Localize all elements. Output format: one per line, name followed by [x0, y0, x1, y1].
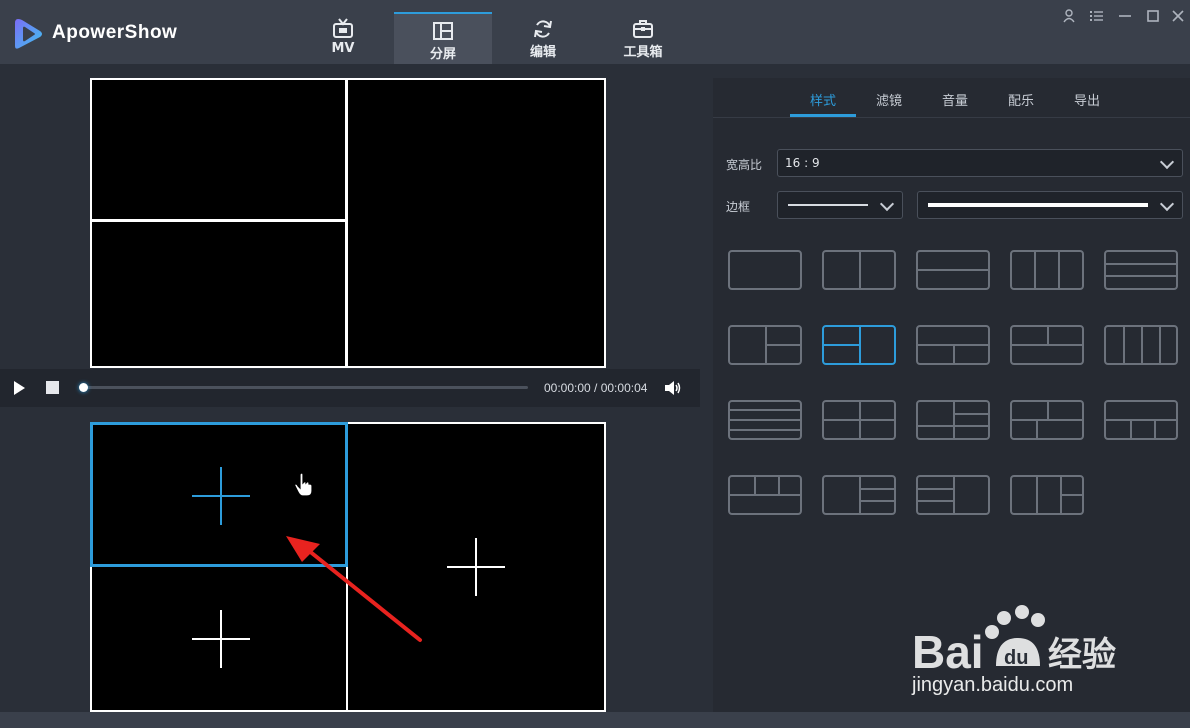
tab-toolbox[interactable]: 工具箱 [594, 12, 692, 64]
hand-cursor-icon [294, 473, 313, 497]
svg-text:du: du [1004, 647, 1028, 669]
aspect-ratio-select[interactable]: 16 : 9 [777, 149, 1183, 177]
play-icon[interactable] [12, 380, 26, 396]
layout-option[interactable] [1104, 250, 1178, 290]
baidu-watermark: Bai du 经验 jingyan.baidu.com [912, 600, 1152, 704]
tab-edit[interactable]: 编辑 [494, 12, 592, 64]
layout-option-selected[interactable] [822, 325, 896, 365]
layout-option[interactable] [1104, 400, 1178, 440]
aspect-ratio-value: 16 : 9 [785, 156, 820, 170]
tab-music[interactable]: 配乐 [988, 90, 1054, 109]
preview-cell [92, 80, 348, 222]
stop-icon[interactable] [46, 381, 59, 394]
border-width-select[interactable] [917, 191, 1183, 219]
layout-option[interactable] [1010, 325, 1084, 365]
tab-volume[interactable]: 音量 [922, 90, 988, 109]
toolbox-icon [633, 20, 653, 38]
watermark-url: jingyan.baidu.com [912, 674, 1074, 696]
border-line-preview [788, 204, 868, 206]
maximize-icon[interactable] [1145, 8, 1161, 24]
layout-option[interactable] [728, 250, 802, 290]
chevron-down-icon [1159, 196, 1175, 212]
progress-bar[interactable] [84, 386, 528, 389]
layout-option[interactable] [822, 400, 896, 440]
app-name: ApowerShow [52, 22, 178, 43]
border-style-select[interactable] [777, 191, 903, 219]
layout-option[interactable] [822, 475, 896, 515]
layout-option[interactable] [916, 400, 990, 440]
tab-mv[interactable]: MV [294, 12, 392, 64]
divider [713, 117, 1190, 118]
layout-option[interactable] [728, 325, 802, 365]
preview-cell [92, 222, 348, 366]
border-width-preview [928, 203, 1148, 207]
close-icon[interactable] [1170, 8, 1186, 24]
svg-text:经验: 经验 [1048, 635, 1116, 675]
chevron-down-icon [1159, 154, 1175, 170]
preview-cell [348, 80, 604, 366]
layout-option[interactable] [728, 400, 802, 440]
tab-filter[interactable]: 滤镜 [856, 90, 922, 109]
tab-split-screen-label: 分屏 [429, 47, 456, 62]
menu-icon[interactable] [1089, 8, 1105, 24]
tab-edit-label: 编辑 [529, 45, 556, 60]
layout-option[interactable] [1104, 325, 1178, 365]
time-display: 00:00:00 / 00:00:04 [544, 381, 648, 395]
video-preview [90, 78, 606, 368]
tab-mv-label: MV [331, 41, 355, 56]
refresh-icon [534, 20, 552, 38]
status-bar [0, 712, 1190, 728]
layout-option[interactable] [1010, 400, 1084, 440]
layout-option[interactable] [916, 325, 990, 365]
tab-split-screen[interactable]: 分屏 [394, 12, 492, 66]
volume-icon[interactable] [664, 380, 682, 396]
minimize-icon[interactable] [1117, 8, 1133, 24]
user-icon[interactable] [1061, 8, 1077, 24]
progress-knob[interactable] [79, 383, 88, 392]
layout-option[interactable] [822, 250, 896, 290]
tv-icon [333, 18, 353, 38]
add-media-icon[interactable] [192, 610, 250, 668]
tab-toolbox-label: 工具箱 [623, 45, 663, 60]
layout-option[interactable] [916, 250, 990, 290]
svg-text:Bai: Bai [912, 626, 984, 678]
add-media-icon[interactable] [447, 538, 505, 596]
apowershow-logo-icon [15, 19, 42, 49]
layout-option[interactable] [916, 475, 990, 515]
tab-style[interactable]: 样式 [790, 90, 856, 109]
border-label: 边框 [726, 200, 751, 214]
layout-option[interactable] [1010, 475, 1084, 515]
tab-export[interactable]: 导出 [1054, 90, 1120, 109]
aspect-ratio-label: 宽高比 [726, 158, 763, 172]
layout-option[interactable] [1010, 250, 1084, 290]
split-screen-icon [433, 22, 453, 40]
annotation-arrow [286, 536, 422, 642]
layout-option[interactable] [728, 475, 802, 515]
chevron-down-icon [879, 196, 895, 212]
